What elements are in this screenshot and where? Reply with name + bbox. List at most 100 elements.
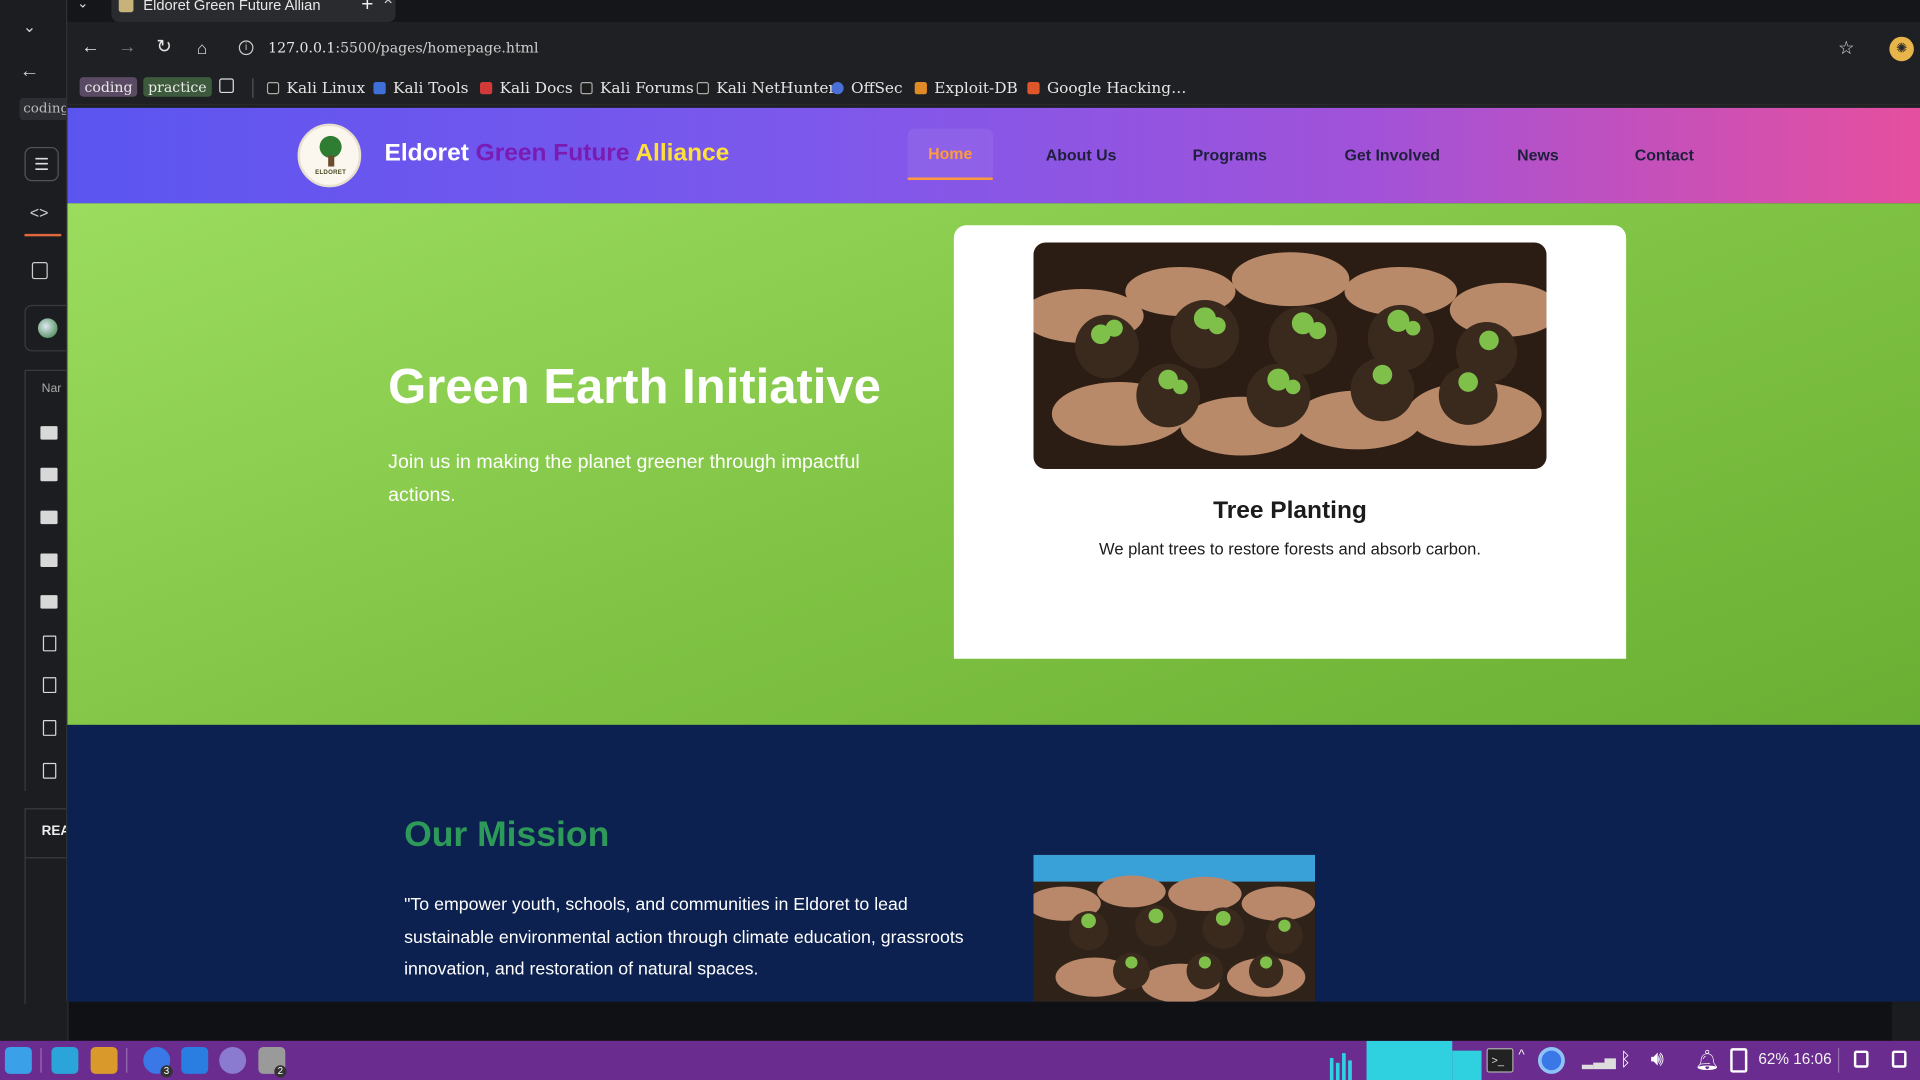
- tray-browser-icon[interactable]: [1537, 1046, 1565, 1074]
- back-icon[interactable]: ←: [78, 36, 102, 60]
- active-tab-indicator: [24, 233, 62, 237]
- avatar-frame: [24, 304, 69, 352]
- tab-title: Eldoret Green Future Allian: [143, 0, 321, 14]
- terminal-icon[interactable]: >_: [1486, 1048, 1514, 1073]
- editor-tab-chip[interactable]: coding: [19, 97, 69, 121]
- close-tab-icon[interactable]: ×: [376, 0, 396, 7]
- bookmark-label: Kali NetHunter: [716, 78, 836, 97]
- mission-statement: "To empower youth, schools, and communit…: [404, 895, 964, 980]
- tab-list-icon[interactable]: ⌄: [77, 0, 88, 11]
- logout-icon[interactable]: [1891, 1050, 1907, 1068]
- mission-section: Our Mission "To empower youth, schools, …: [67, 724, 1920, 1002]
- lock-icon[interactable]: [1853, 1050, 1869, 1068]
- bookmark-label: OffSec: [851, 78, 903, 97]
- menu-icon[interactable]: ☰: [24, 146, 59, 182]
- extension-icon[interactable]: ✺: [1889, 36, 1914, 62]
- logo-text: ELDORET: [315, 168, 347, 177]
- nav-home[interactable]: Home: [907, 128, 994, 181]
- volume-icon[interactable]: 🔊︎: [1651, 1047, 1664, 1071]
- bookmark-label: Kali Docs: [499, 78, 573, 97]
- clock: 16:06: [1793, 1050, 1832, 1068]
- divider: [40, 1048, 42, 1073]
- bookmark-label: Kali Linux: [286, 78, 366, 97]
- bookmark-kali-docs[interactable]: Kali Docs: [480, 77, 573, 99]
- divider: [1837, 1048, 1840, 1073]
- back-arrow-icon[interactable]: ←: [17, 61, 41, 83]
- nav-programs[interactable]: Programs: [1193, 146, 1267, 164]
- site-favicon-icon: [118, 0, 134, 13]
- folder-icon[interactable]: [40, 467, 58, 482]
- new-tab-icon[interactable]: +: [361, 0, 373, 17]
- code-icon[interactable]: <>: [27, 203, 51, 221]
- bookmark-label: Kali Tools: [393, 78, 469, 97]
- brand-name[interactable]: Eldoret Green Future Alliance: [384, 140, 729, 168]
- home-icon[interactable]: ⌂: [190, 36, 214, 60]
- bookmark-folder-practice[interactable]: practice: [143, 77, 212, 97]
- card-description: We plant trees to restore forests and ab…: [1099, 540, 1481, 559]
- panel-icon[interactable]: [31, 262, 48, 280]
- chevron-down-icon[interactable]: ⌄: [17, 17, 41, 37]
- bookmark-exploit-db[interactable]: Exploit-DB: [914, 77, 1018, 99]
- explorer-header: Nar: [41, 382, 62, 396]
- divider: [24, 857, 69, 859]
- bookmark-kali-tools[interactable]: Kali Tools: [373, 77, 468, 99]
- file-icon[interactable]: [42, 762, 57, 779]
- scrollbar-fragment: [1891, 1001, 1920, 1041]
- bookmark-kali-nethunter[interactable]: Kali NetHunter: [696, 77, 836, 99]
- hero-subtitle: Join us in making the planet greener thr…: [388, 451, 860, 506]
- nav-news[interactable]: News: [1517, 146, 1559, 164]
- vscode-icon[interactable]: [181, 1046, 209, 1074]
- bookmark-label: Exploit-DB: [934, 78, 1018, 97]
- tray-status[interactable]: 62% 16:06: [1758, 1051, 1831, 1068]
- site-logo[interactable]: ELDORET: [297, 123, 362, 188]
- exploit-db-icon: [914, 82, 927, 95]
- nav-about-us[interactable]: About Us: [1046, 146, 1117, 164]
- offsec-icon: [831, 82, 844, 95]
- battery-percent: 62%: [1758, 1050, 1790, 1068]
- notification-bell-icon[interactable]: 🔔︎: [1695, 1048, 1720, 1072]
- forward-icon[interactable]: →: [115, 36, 139, 60]
- browser-toolbar: ← → ↻ ⌂ i 127.0.0.1:5500/pages/homepage.…: [67, 26, 1920, 69]
- program-card[interactable]: Tree Planting We plant trees to restore …: [953, 225, 1627, 659]
- folder-icon[interactable]: [40, 426, 58, 440]
- site-header: ELDORET Eldoret Green Future Alliance Ho…: [67, 107, 1920, 204]
- bookmark-kali-linux[interactable]: Kali Linux: [266, 77, 366, 99]
- file-icon[interactable]: [42, 677, 57, 694]
- file-icon[interactable]: [42, 720, 57, 736]
- bluetooth-icon[interactable]: ᛒ: [1620, 1049, 1631, 1070]
- background-editor-window: ⌄ ← coding ☰ <> Nar REA: [0, 0, 70, 1041]
- browser-tab[interactable]: Eldoret Green Future Allian ×: [111, 0, 396, 23]
- bookmark-kali-forums[interactable]: Kali Forums: [580, 77, 694, 99]
- web-page: ELDORET Eldoret Green Future Alliance Ho…: [67, 107, 1920, 1002]
- url-host: 127.0.0.1: [268, 39, 336, 57]
- bookmark-offsec[interactable]: OffSec: [831, 77, 903, 99]
- apps-grid-icon[interactable]: [219, 78, 234, 94]
- file-icon[interactable]: [42, 635, 57, 652]
- tree-trunk: [328, 155, 335, 167]
- nav-contact[interactable]: Contact: [1635, 146, 1694, 164]
- folder-icon[interactable]: [40, 595, 58, 609]
- reload-icon[interactable]: ↻: [152, 36, 176, 60]
- avatar[interactable]: [37, 318, 58, 338]
- battery-icon[interactable]: [1730, 1048, 1748, 1073]
- nav-get-involved[interactable]: Get Involved: [1344, 146, 1440, 164]
- site-info-icon[interactable]: i: [238, 40, 254, 56]
- bookmark-google-hacking[interactable]: Google Hacking…: [1027, 77, 1186, 99]
- desktop-icon[interactable]: [51, 1046, 79, 1074]
- address-bar[interactable]: i 127.0.0.1:5500/pages/homepage.html: [238, 30, 1880, 65]
- bookmark-label: Google Hacking…: [1046, 78, 1187, 97]
- tray-expand-icon[interactable]: ^: [1518, 1048, 1524, 1063]
- taskbar: 3 2 >_ ^ ▂▃▅ ᛒ 🔊︎ 🔔︎ 62% 16:06: [0, 1040, 1920, 1080]
- app-icon[interactable]: [219, 1046, 247, 1074]
- folder-icon[interactable]: [40, 510, 58, 525]
- bookmark-star-icon[interactable]: ☆: [1838, 37, 1854, 59]
- kali-menu-icon[interactable]: [4, 1046, 32, 1074]
- desktop: ⌄ ← coding ☰ <> Nar REA ⌄ Eldoret Green …: [0, 0, 1920, 1080]
- card-title: Tree Planting: [1213, 497, 1367, 525]
- file-manager-icon[interactable]: [90, 1046, 118, 1074]
- bookmark-folder-coding[interactable]: coding: [79, 77, 138, 97]
- brand-word-eldoret: Eldoret: [384, 139, 469, 167]
- folder-icon[interactable]: [40, 553, 58, 567]
- network-icon[interactable]: ▂▃▅: [1582, 1052, 1616, 1069]
- seedlings-in-hands-photo: [1033, 242, 1547, 469]
